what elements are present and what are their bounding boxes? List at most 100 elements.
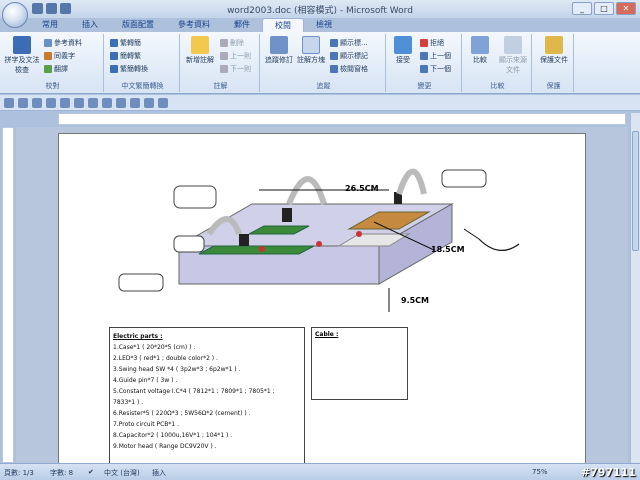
spelling-grammar-button[interactable]: 拼字及文法檢查 <box>4 36 40 75</box>
source-document-icon <box>504 36 522 54</box>
cable-title: Cable : <box>315 331 339 338</box>
markup-icon <box>330 52 338 60</box>
thesaurus-button[interactable]: 同義字 <box>44 51 75 61</box>
quick-access-toolbar <box>32 3 71 14</box>
display-icon <box>330 39 338 47</box>
close-button[interactable]: ✕ <box>616 2 636 15</box>
comment-icon <box>191 36 209 54</box>
group-tracking: 追蹤修訂 註解方塊 顯示標... 顯示標記 檢閱窗格 追蹤 <box>262 34 386 92</box>
convert-icon <box>110 65 118 73</box>
formatting-toolbar <box>0 95 640 111</box>
redo-icon[interactable] <box>60 3 71 14</box>
status-bar: 頁數: 1/3 字數: 8 ✔ 中文 (台灣) 插入 75% <box>0 463 640 480</box>
callout-box-3 <box>118 273 164 292</box>
chinese-convert-button[interactable]: 繁簡轉換 <box>110 64 148 74</box>
previous-icon <box>420 52 428 60</box>
page-count[interactable]: 頁數: 1/3 <box>4 468 34 478</box>
horizontal-ruler[interactable] <box>58 113 626 125</box>
drawing-icon[interactable] <box>144 98 154 108</box>
balloons-button[interactable]: 註解方塊 <box>296 36 326 65</box>
tab-home[interactable]: 常用 <box>30 18 70 32</box>
document-page[interactable]: 26.5CM 18.5CM 9.5CM Electric parts : 1.C… <box>58 133 586 465</box>
open-icon[interactable] <box>60 98 70 108</box>
watermark: #797111 <box>580 466 636 479</box>
parts-item: 6.Resister*5 ( 220Ω*3 ; 5W56Ω*2 (cement)… <box>113 410 251 417</box>
undo-icon[interactable] <box>46 3 57 14</box>
tab-review[interactable]: 校閱 <box>262 18 304 32</box>
compare-button[interactable]: 比較 <box>466 36 494 65</box>
tab-view[interactable]: 檢視 <box>304 18 344 32</box>
tab-mailings[interactable]: 郵件 <box>222 18 262 32</box>
translate-button[interactable]: 翻譯 <box>44 64 68 74</box>
show-source-button[interactable]: 顯示來源文件 <box>496 36 530 75</box>
tab-page-layout[interactable]: 版面配置 <box>110 18 166 32</box>
translate-icon <box>44 65 52 73</box>
parts-item: 8.Capacitor*2 ( 1000u,16V*1 ; 104*1 ) . <box>113 432 233 439</box>
group-compare: 比較 顯示來源文件 比較 <box>464 34 532 92</box>
maximize-button[interactable]: □ <box>594 2 614 15</box>
previous-comment-button[interactable]: 上一則 <box>220 51 251 61</box>
new-document-icon[interactable] <box>46 98 56 108</box>
redo-icon[interactable] <box>32 98 42 108</box>
tab-references[interactable]: 參考資料 <box>166 18 222 32</box>
zoom-level[interactable]: 75% <box>532 468 548 476</box>
next-comment-button[interactable]: 下一則 <box>220 64 251 74</box>
save-icon[interactable] <box>4 98 14 108</box>
tab-insert[interactable]: 插入 <box>70 18 110 32</box>
protect-document-button[interactable]: 保護文件 <box>536 36 572 65</box>
thesaurus-icon <box>44 52 52 60</box>
vertical-scrollbar[interactable] <box>630 113 640 463</box>
table-icon[interactable] <box>116 98 126 108</box>
parts-item: 7833*1 ) . <box>113 399 144 406</box>
reject-button[interactable]: 拒絕 <box>420 38 444 48</box>
parts-item: 7.Proto circuit PCB*1 . <box>113 421 180 428</box>
research-button[interactable]: 參考資料 <box>44 38 82 48</box>
columns-icon[interactable] <box>130 98 140 108</box>
vertical-ruler[interactable] <box>2 127 14 463</box>
spelling-icon[interactable] <box>102 98 112 108</box>
next-change-button[interactable]: 下一個 <box>420 64 451 74</box>
callout-box-1 <box>173 185 217 209</box>
insert-mode[interactable]: 插入 <box>152 468 166 478</box>
delete-comment-button[interactable]: 刪除 <box>220 38 244 48</box>
convert-icon <box>110 39 118 47</box>
display-for-review-select[interactable]: 顯示標... <box>330 38 368 48</box>
show-markup-button[interactable]: 顯示標記 <box>330 51 368 61</box>
accept-button[interactable]: 接受 <box>390 36 416 65</box>
parts-item: 1.Case*1 ( 20*20*5 (cm) ) . <box>113 344 196 351</box>
print-icon[interactable] <box>74 98 84 108</box>
pane-icon <box>330 65 338 73</box>
track-changes-icon <box>270 36 288 54</box>
minimize-button[interactable]: _ <box>572 2 592 15</box>
group-proofing: 拼字及文法檢查 參考資料 同義字 翻譯 校對 <box>2 34 104 92</box>
to-simplified-button[interactable]: 繁轉簡 <box>110 38 141 48</box>
to-traditional-button[interactable]: 簡轉繁 <box>110 51 141 61</box>
scrollbar-thumb[interactable] <box>632 131 639 251</box>
previous-icon <box>220 52 228 60</box>
group-chinese-conversion: 繁轉簡 簡轉繁 繁簡轉換 中文繁簡轉換 <box>106 34 180 92</box>
office-button[interactable] <box>2 2 28 28</box>
title-bar: word2003.doc (相容模式) - Microsoft Word _ □… <box>0 0 640 18</box>
spelling-status-icon[interactable]: ✔ <box>88 468 94 476</box>
next-icon <box>220 65 228 73</box>
print-preview-icon[interactable] <box>88 98 98 108</box>
ribbon: 拼字及文法檢查 參考資料 同義字 翻譯 校對 繁轉簡 簡轉繁 繁簡轉換 中文繁簡… <box>0 32 640 94</box>
reject-icon <box>420 39 428 47</box>
word-count[interactable]: 字數: 8 <box>50 468 73 478</box>
parts-item: 4.Guide pin*7 ( 3w ) . <box>113 377 178 384</box>
undo-icon[interactable] <box>18 98 28 108</box>
previous-change-button[interactable]: 上一個 <box>420 51 451 61</box>
save-icon[interactable] <box>32 3 43 14</box>
new-comment-button[interactable]: 新增註解 <box>184 36 216 65</box>
reviewing-pane-button[interactable]: 檢閱窗格 <box>330 64 368 74</box>
lock-icon <box>545 36 563 54</box>
zoom-icon[interactable] <box>158 98 168 108</box>
language-indicator[interactable]: 中文 (台灣) <box>104 468 140 478</box>
callout-box-2 <box>173 235 205 253</box>
track-changes-button[interactable]: 追蹤修訂 <box>264 36 294 65</box>
delete-icon <box>220 39 228 47</box>
abc-check-icon <box>13 36 31 54</box>
cable-box: Cable : <box>311 327 408 400</box>
electric-parts-box: Electric parts : 1.Case*1 ( 20*20*5 (cm)… <box>109 327 305 464</box>
convert-icon <box>110 52 118 60</box>
